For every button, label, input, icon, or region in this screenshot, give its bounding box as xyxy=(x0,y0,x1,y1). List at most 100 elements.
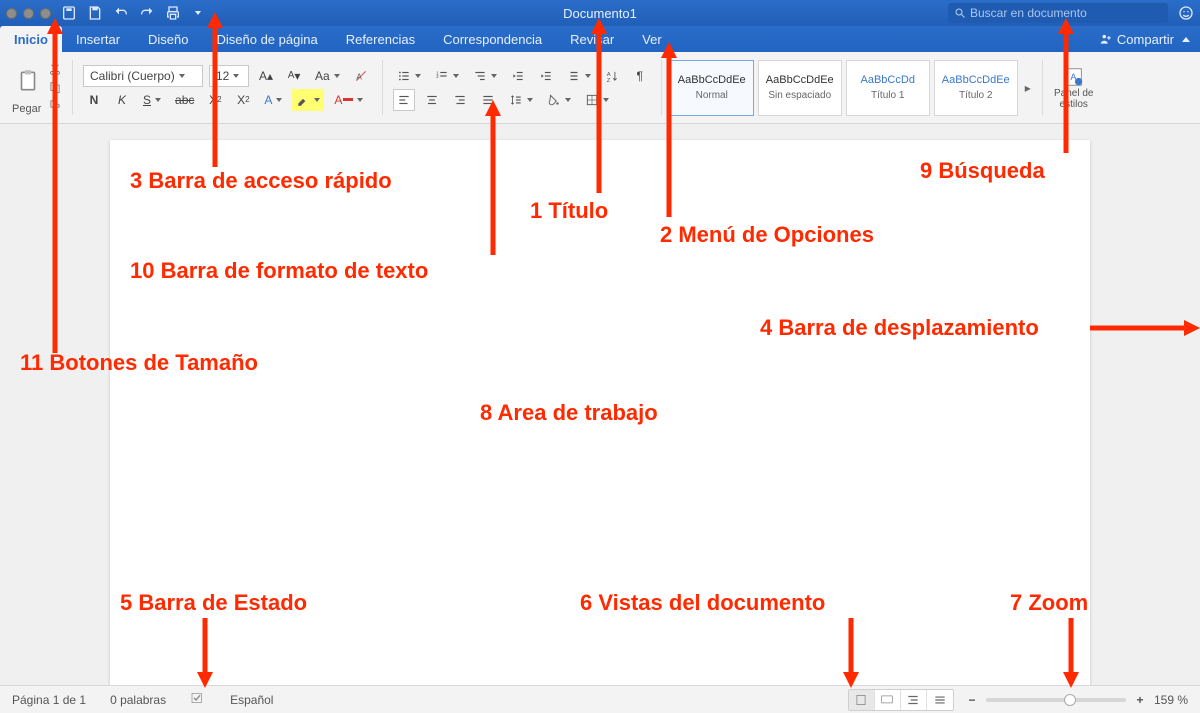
page-indicator[interactable]: Página 1 de 1 xyxy=(12,693,86,707)
svg-text:Z: Z xyxy=(606,77,610,82)
view-draft[interactable] xyxy=(927,690,953,710)
svg-text:2: 2 xyxy=(436,73,439,78)
document-canvas xyxy=(0,124,1200,685)
font-size-value: 12 xyxy=(216,69,229,83)
quick-access-more-icon[interactable] xyxy=(195,11,201,15)
zoom-slider[interactable] xyxy=(986,698,1126,702)
tab-insertar[interactable]: Insertar xyxy=(62,26,134,52)
undo-icon[interactable] xyxy=(113,5,129,21)
shrink-font-button[interactable]: A▾ xyxy=(283,65,305,87)
zoom-out-button[interactable]: − xyxy=(964,693,980,707)
sort-button[interactable]: AZ xyxy=(601,65,623,87)
view-print-layout[interactable] xyxy=(849,690,875,710)
svg-text:A: A xyxy=(356,72,362,81)
quick-access-toolbar xyxy=(61,5,201,21)
zoom-control: − + 159 % xyxy=(964,693,1188,707)
tab-diseno-pagina[interactable]: Diseño de página xyxy=(203,26,332,52)
align-center-button[interactable] xyxy=(421,89,443,111)
menu-tabs: Inicio Insertar Diseño Diseño de página … xyxy=(0,26,1200,52)
cut-icon[interactable] xyxy=(48,63,62,77)
close-window-button[interactable] xyxy=(6,8,17,19)
word-count[interactable]: 0 palabras xyxy=(110,693,166,707)
zoom-in-button[interactable]: + xyxy=(1132,693,1148,707)
styles-pane-label: Panel de estilos xyxy=(1054,88,1093,110)
decrease-indent-button[interactable] xyxy=(507,65,529,87)
style-titulo-2[interactable]: AaBbCcDdEe Título 2 xyxy=(934,60,1018,116)
clipboard-group: Pegar xyxy=(6,56,68,119)
styles-pane-icon: A xyxy=(1063,66,1085,88)
justify-button[interactable] xyxy=(477,89,499,111)
styles-more-button[interactable]: ▸ xyxy=(1022,81,1034,95)
shading-button[interactable] xyxy=(543,89,575,111)
styles-pane-button[interactable]: A Panel de estilos xyxy=(1047,56,1101,119)
minimize-window-button[interactable] xyxy=(23,8,34,19)
print-icon[interactable] xyxy=(165,5,181,21)
bullets-button[interactable] xyxy=(393,65,425,87)
style-normal[interactable]: AaBbCcDdEe Normal xyxy=(670,60,754,116)
collapse-ribbon-icon[interactable] xyxy=(1182,37,1190,42)
search-input[interactable] xyxy=(970,6,1162,20)
align-right-button[interactable] xyxy=(449,89,471,111)
multilevel-list-button[interactable] xyxy=(469,65,501,87)
zoom-value[interactable]: 159 % xyxy=(1154,693,1188,707)
search-icon xyxy=(954,7,966,19)
underline-button[interactable]: S xyxy=(139,89,165,111)
view-web-layout[interactable] xyxy=(875,690,901,710)
page[interactable] xyxy=(110,140,1090,685)
line-spacing-button[interactable] xyxy=(505,89,537,111)
language-indicator[interactable]: Español xyxy=(230,693,273,707)
align-left-button[interactable] xyxy=(393,89,415,111)
copy-icon[interactable] xyxy=(48,81,62,95)
clear-formatting-button[interactable]: A xyxy=(350,65,372,87)
strikethrough-button[interactable]: abc xyxy=(171,89,198,111)
subscript-button[interactable]: X2 xyxy=(204,89,226,111)
increase-indent-button[interactable] xyxy=(535,65,557,87)
italic-button[interactable]: K xyxy=(111,89,133,111)
smiley-feedback-icon[interactable] xyxy=(1178,5,1194,21)
text-direction-button[interactable] xyxy=(563,65,595,87)
tab-revisar[interactable]: Revisar xyxy=(556,26,628,52)
tab-diseno[interactable]: Diseño xyxy=(134,26,202,52)
view-outline[interactable] xyxy=(901,690,927,710)
spellcheck-icon[interactable] xyxy=(190,690,206,709)
tab-correspondencia[interactable]: Correspondencia xyxy=(429,26,556,52)
change-case-button[interactable]: Aa xyxy=(311,65,344,87)
save-icon[interactable] xyxy=(87,5,103,21)
tab-inicio[interactable]: Inicio xyxy=(0,26,62,52)
share-label: Compartir xyxy=(1117,32,1174,47)
font-color-button[interactable]: A xyxy=(330,89,367,111)
show-marks-button[interactable]: ¶ xyxy=(629,65,651,87)
font-family-value: Calibri (Cuerpo) xyxy=(90,69,175,83)
paste-button[interactable] xyxy=(12,61,44,101)
grow-font-button[interactable]: A▴ xyxy=(255,65,277,87)
tab-referencias[interactable]: Referencias xyxy=(332,26,429,52)
format-painter-icon[interactable] xyxy=(48,99,62,113)
font-size-select[interactable]: 12 xyxy=(209,65,249,87)
bold-button[interactable]: N xyxy=(83,89,105,111)
superscript-button[interactable]: X2 xyxy=(232,89,254,111)
paragraph-group: 12 AZ ¶ xyxy=(387,56,657,119)
svg-text:A: A xyxy=(606,72,610,78)
tab-ver[interactable]: Ver xyxy=(628,26,676,52)
style-sin-espaciado[interactable]: AaBbCcDdEe Sin espaciado xyxy=(758,60,842,116)
font-family-select[interactable]: Calibri (Cuerpo) xyxy=(83,65,203,87)
redo-icon[interactable] xyxy=(139,5,155,21)
search-box[interactable] xyxy=(948,3,1168,23)
share-person-icon xyxy=(1099,32,1113,46)
autosave-icon[interactable] xyxy=(61,5,77,21)
ribbon: Pegar Calibri (Cuerpo) 12 A▴ A▾ Aa A N K… xyxy=(0,52,1200,124)
numbering-button[interactable]: 12 xyxy=(431,65,463,87)
status-bar: Página 1 de 1 0 palabras Español − + 159… xyxy=(0,685,1200,713)
paste-label: Pegar xyxy=(12,103,44,115)
title-bar: Documento1 xyxy=(0,0,1200,26)
borders-button[interactable] xyxy=(581,89,613,111)
style-titulo-1[interactable]: AaBbCcDd Título 1 xyxy=(846,60,930,116)
text-effects-button[interactable]: A xyxy=(260,89,286,111)
view-buttons xyxy=(848,689,954,711)
zoom-window-button[interactable] xyxy=(40,8,51,19)
window-controls xyxy=(6,8,51,19)
highlight-button[interactable] xyxy=(292,89,324,111)
font-group: Calibri (Cuerpo) 12 A▴ A▾ Aa A N K S abc… xyxy=(77,56,378,119)
styles-group: AaBbCcDdEe Normal AaBbCcDdEe Sin espacia… xyxy=(666,56,1038,119)
share-button[interactable]: Compartir xyxy=(1099,32,1174,47)
